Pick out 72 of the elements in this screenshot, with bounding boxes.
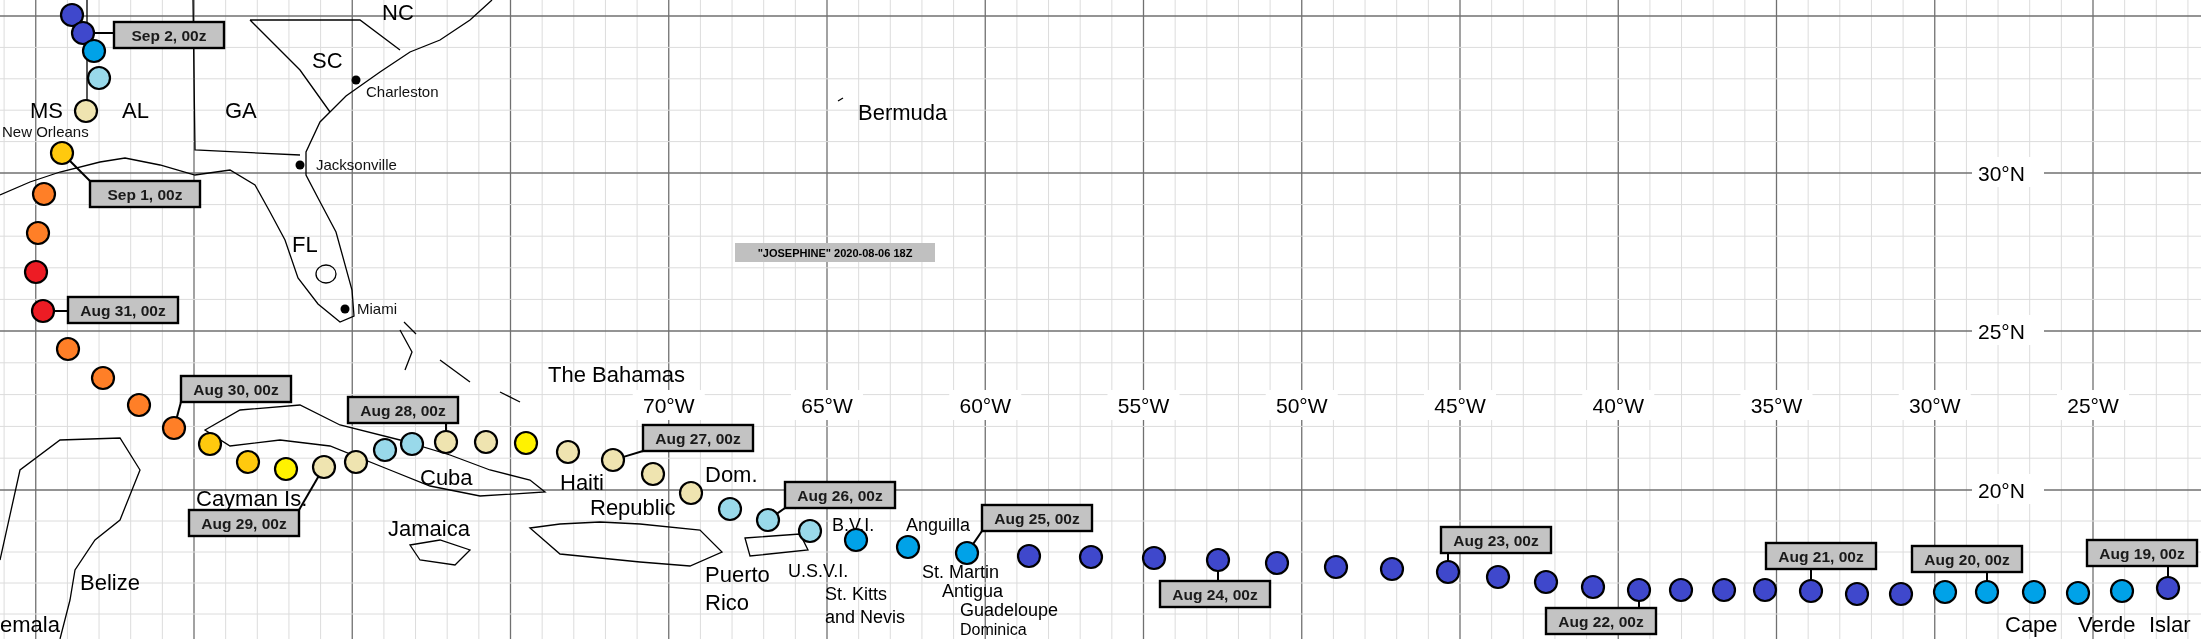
longitude-label: 55°W (1107, 390, 1180, 420)
date-tag: Sep 2, 00z (112, 20, 226, 50)
place-name: FL (292, 232, 318, 257)
longitude-label: 65°W (791, 390, 863, 420)
date-tag: Aug 26, 00z (783, 480, 897, 510)
place-name: Republic (590, 495, 676, 520)
longitude-label: 30°W (1898, 390, 1971, 420)
island-outline (837, 97, 844, 102)
date-tag: Aug 29, 00z (187, 508, 301, 538)
date-tag: Aug 31, 00z (66, 295, 180, 325)
city-dot (351, 75, 361, 85)
place-name: U.S.V.I. (788, 561, 849, 581)
longitude-label: 45°W (1424, 390, 1496, 420)
place-name: Charleston (366, 83, 439, 100)
longitude-label: 50°W (1265, 390, 1338, 420)
place-name: NC (382, 0, 414, 25)
island-outline (408, 539, 472, 566)
place-name: Cuba (420, 465, 473, 490)
leader-line (622, 450, 644, 458)
longitude-label: 25°W (2057, 390, 2129, 420)
place-name: Antigua (942, 581, 1004, 601)
place-name: Cape (2005, 612, 2058, 637)
date-tag: Aug 22, 00z (1544, 606, 1658, 636)
place-name: Puerto Rico (705, 562, 770, 615)
latitude-label: 30°N (1972, 157, 2044, 187)
longitude-label: 70°W (632, 390, 705, 420)
place-name: GA (225, 98, 257, 123)
date-tag: Aug 19, 00z (2085, 538, 2199, 568)
longitude-label: 60°W (949, 390, 1022, 420)
latitude-label: 20°N (1972, 474, 2044, 504)
place-name: St. Kitts and Nevis (825, 584, 906, 627)
date-tag: Aug 25, 00z (980, 503, 1094, 533)
place-name: AL (122, 98, 149, 123)
date-tag: Sep 1, 00z (88, 179, 202, 209)
city-dot (295, 160, 305, 170)
longitude-label: 35°W (1740, 390, 1813, 420)
place-name: Belize (80, 570, 140, 595)
place-name: Verde (2078, 612, 2136, 637)
place-name: Cayman Is. (196, 486, 308, 511)
city-dot (340, 304, 350, 314)
place-name: Dominica (960, 621, 1027, 638)
island-outline (439, 359, 471, 383)
leader-line (93, 32, 115, 34)
place-name: MS (30, 98, 63, 123)
place-name: Dom. (705, 462, 758, 487)
place-name: St. Martin (922, 562, 1000, 582)
latitude-label: 25°N (1972, 315, 2044, 345)
place-name: B.V.I. (832, 515, 875, 535)
place-name: Anguilla (906, 515, 971, 535)
storm-title: "JOSEPHINE" 2020-08-06 18Z (735, 243, 935, 262)
lake-outline (315, 264, 337, 284)
place-name: Jamaica (388, 516, 470, 541)
place-name: Haiti (560, 470, 604, 495)
island-outline (744, 533, 809, 557)
date-tag: Aug 20, 00z (1910, 544, 2024, 574)
date-tag: Aug 30, 00z (179, 374, 293, 404)
date-tag: Aug 27, 00z (641, 423, 755, 453)
leader-line (68, 159, 91, 182)
longitude-label: 40°W (1582, 390, 1655, 420)
place-name: Bermuda (858, 100, 948, 125)
place-name: The Bahamas (548, 362, 685, 387)
place-name: Islar (2149, 612, 2191, 637)
place-name: Miami (357, 300, 397, 317)
place-name: New Orleans (2, 123, 89, 140)
place-name: SC (312, 48, 343, 73)
date-tag: Aug 21, 00z (1764, 541, 1878, 571)
date-tag: Aug 28, 00z (346, 395, 460, 425)
place-name: Jacksonville (316, 156, 397, 173)
date-tag: Aug 24, 00z (1158, 579, 1272, 609)
place-name: Guadeloupe (960, 600, 1059, 620)
place-name: emala (0, 612, 60, 637)
date-tag: Aug 23, 00z (1439, 525, 1553, 555)
